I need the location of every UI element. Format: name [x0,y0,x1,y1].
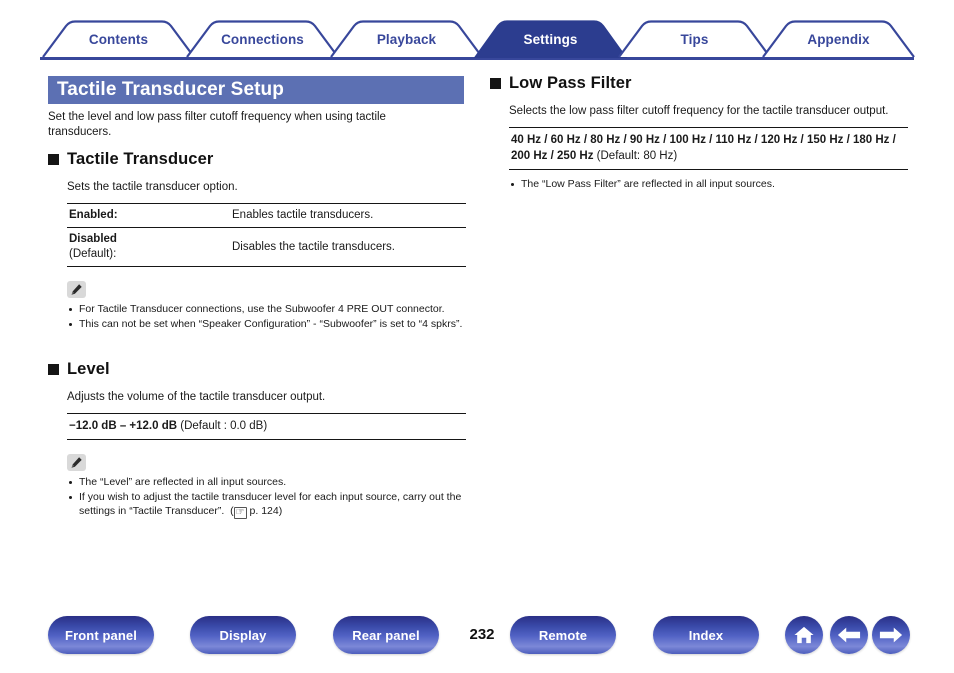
front-panel-button[interactable]: Front panel [48,616,154,654]
list-item: The “Level” are reflected in all input s… [67,475,466,489]
tab-label: Contents [88,31,149,47]
tab-contents[interactable]: Contents [40,20,197,58]
tab-label: Tips [680,31,709,47]
section-heading: Tactile Transducer [48,150,466,169]
note-list: The “Low Pass Filter” are reflected in a… [509,177,908,191]
tab-label: Connections [221,31,304,47]
section-description: Sets the tactile transducer option. [67,181,238,193]
home-icon [794,626,814,644]
button-label: Front panel [65,627,137,643]
option-key: Enabled: [69,209,118,221]
rear-panel-button[interactable]: Rear panel [333,616,439,654]
square-bullet-icon [48,364,59,375]
section-description: Selects the low pass filter cutoff frequ… [509,105,889,117]
button-label: Index [688,627,724,643]
button-label: Remote [538,627,588,643]
pencil-icon [67,281,86,298]
tab-playback[interactable]: Playback [328,20,485,58]
right-column: Low Pass Filter Selects the low pass fil… [490,74,908,192]
section-tactile-transducer: Tactile Transducer Sets the tactile tran… [48,150,466,331]
option-key-suffix: (Default): [69,248,117,260]
option-value: Disables the tactile transducers. [232,227,466,267]
option-value: Enables tactile transducers. [232,209,374,221]
section-low-pass-filter: Low Pass Filter Selects the low pass fil… [490,74,908,191]
section-heading-text: Tactile Transducer [67,150,214,168]
left-column: Tactile Transducer Sets the tactile tran… [48,150,466,519]
options-table-tactile-transducer: Enabled: Enables tactile transducers. Di… [67,203,466,267]
tab-tips[interactable]: Tips [616,20,773,58]
section-heading: Low Pass Filter [490,74,908,93]
table-row: Enabled: Enables tactile transducers. [67,204,466,228]
back-button[interactable] [830,616,868,654]
list-item: The “Low Pass Filter” are reflected in a… [509,177,908,191]
note-block-level: The “Level” are reflected in all input s… [67,454,466,519]
value-default: (Default: 80 Hz) [593,150,678,162]
tab-settings[interactable]: Settings [472,20,629,58]
section-heading-text: Level [67,360,110,378]
tab-connections[interactable]: Connections [184,20,341,58]
tab-label: Appendix [807,31,870,47]
index-button[interactable]: Index [653,616,759,654]
option-key-cell: Enabled: [67,204,232,228]
display-button[interactable]: Display [190,616,296,654]
value-default: (Default : 0.0 dB) [177,420,268,432]
pointing-hand-icon: ☞ [233,507,247,519]
option-key: Disabled [69,233,117,245]
pencil-glyph [71,457,82,468]
tab-label: Playback [376,31,437,47]
square-bullet-icon [490,78,501,89]
section-heading-text: Low Pass Filter [509,74,632,92]
note-list: The “Level” are reflected in all input s… [67,475,466,519]
note-block-tactile-transducer: For Tactile Transducer connections, use … [67,281,466,331]
page-reference-link[interactable]: p. 124 [250,505,279,517]
button-label: Display [219,627,267,643]
pencil-icon [67,454,86,471]
value-range-level: −12.0 dB – +12.0 dB (Default : 0.0 dB) [67,413,466,440]
section-heading: Level [48,360,466,379]
page-title-bar: Tactile Transducer Setup [48,76,464,104]
footer-bar: Front panel Display Rear panel 232 Remot… [0,616,954,660]
remote-button[interactable]: Remote [510,616,616,654]
forward-button[interactable] [872,616,910,654]
table-row: Disabled (Default): Disables the tactile… [67,227,466,267]
value-options: 40 Hz / 60 Hz / 80 Hz / 90 Hz / 100 Hz /… [511,134,896,162]
section-description: Adjusts the volume of the tactile transd… [67,391,326,403]
pencil-glyph [71,284,82,295]
page-title: Tactile Transducer Setup [57,79,284,100]
section-level: Level Adjusts the volume of the tactile … [48,360,466,519]
button-label: Rear panel [352,627,420,643]
home-button[interactable] [785,616,823,654]
note-list: For Tactile Transducer connections, use … [67,302,466,331]
value-list-low-pass-filter: 40 Hz / 60 Hz / 80 Hz / 90 Hz / 100 Hz /… [509,127,908,170]
page-intro-text: Set the level and low pass filter cutoff… [48,111,386,138]
square-bullet-icon [48,154,59,165]
arrow-right-icon [879,627,903,643]
list-item: For Tactile Transducer connections, use … [67,302,466,316]
arrow-left-icon [837,627,861,643]
value-range: −12.0 dB – +12.0 dB [69,420,178,432]
list-item: If you wish to adjust the tactile transd… [67,490,466,519]
tab-bar: Contents Connections Playback Settings T… [40,20,917,60]
list-item: This can not be set when “Speaker Config… [67,317,466,331]
tab-appendix[interactable]: Appendix [760,20,917,58]
page-number: 232 [469,626,495,643]
tab-label: Settings [523,31,578,47]
option-key-cell: Disabled (Default): [67,227,232,267]
